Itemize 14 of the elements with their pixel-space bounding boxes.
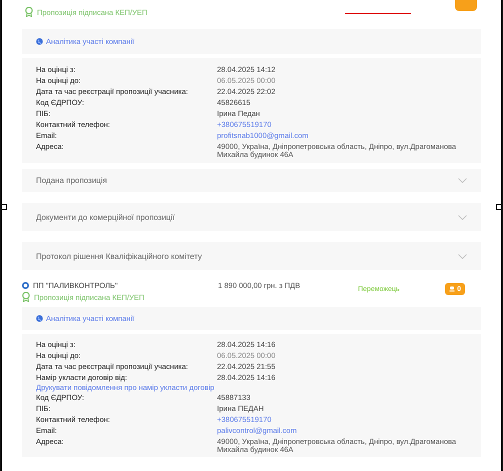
accordion-section[interactable]: Подана пропозиція xyxy=(22,169,481,192)
accordion-section[interactable]: Протокол рішення Кваліфікаційного комітету xyxy=(22,242,481,270)
resize-handle[interactable] xyxy=(2,204,7,210)
globe-icon xyxy=(36,38,43,45)
ring-icon xyxy=(22,282,29,289)
section-title: Протокол рішення Кваліфікаційного комітету xyxy=(36,252,202,260)
section-title: Документи до комерційної пропозиції xyxy=(36,212,175,222)
certificate-icon xyxy=(25,7,33,17)
certificate-icon xyxy=(22,292,30,302)
globe-icon xyxy=(36,315,43,322)
section-title: Подана пропозиція xyxy=(36,176,107,185)
accordion-section[interactable]: Документи до комерційної пропозиції xyxy=(22,203,481,231)
underline-mark xyxy=(345,13,411,14)
resize-handle[interactable] xyxy=(496,204,501,210)
